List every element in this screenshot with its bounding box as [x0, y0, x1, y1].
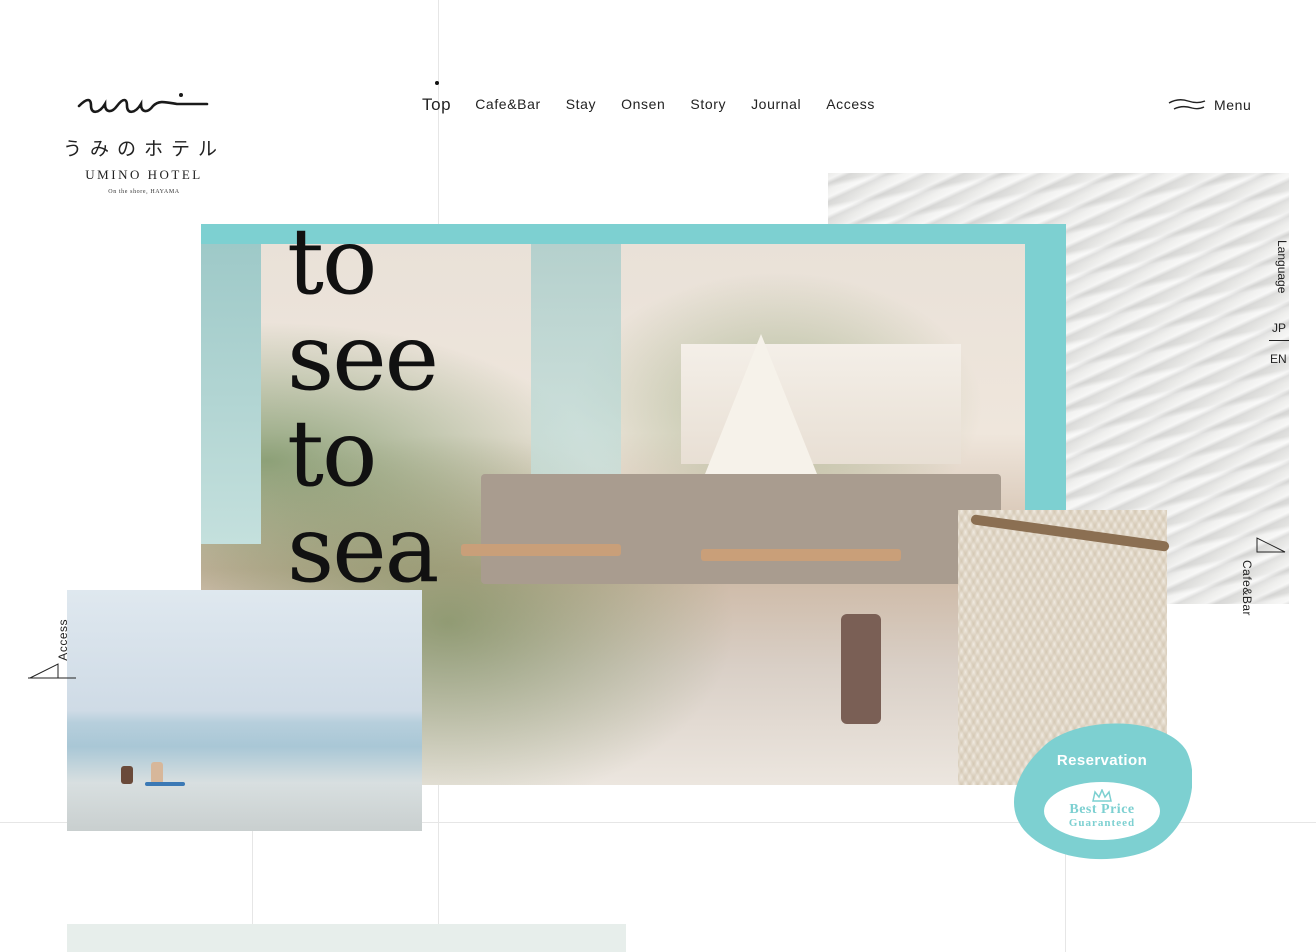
- headline-line: to: [287, 400, 377, 507]
- cafe-table: [461, 544, 621, 556]
- hero-headline: to see to sea: [287, 208, 440, 603]
- access-side-link[interactable]: Access: [56, 619, 70, 661]
- crown-icon: [1092, 789, 1112, 802]
- nav-item-journal[interactable]: Journal: [751, 96, 801, 116]
- content-panel: [67, 924, 626, 952]
- teepee-tent: [701, 334, 821, 484]
- reservation-button[interactable]: Reservation Best Price Guaranteed: [1012, 720, 1192, 862]
- active-dot-icon: [434, 81, 439, 85]
- logo-script-mark: [77, 93, 209, 114]
- menu-label: Menu: [1214, 97, 1252, 113]
- boogie-board: [145, 782, 185, 786]
- headline-line: to: [287, 208, 377, 315]
- nav-label: Cafe&Bar: [475, 96, 541, 112]
- nav-item-stay[interactable]: Stay: [566, 96, 596, 116]
- beach-photo[interactable]: [67, 590, 422, 831]
- logo-english: UMINO HOTEL: [85, 167, 203, 182]
- language-option-en[interactable]: EN: [1270, 352, 1287, 366]
- nav-label: Onsen: [621, 96, 666, 112]
- nav-label: Stay: [565, 96, 597, 112]
- nav-label: Journal: [751, 96, 802, 112]
- window: [531, 244, 621, 474]
- menu-button[interactable]: Menu: [1168, 97, 1251, 113]
- main-nav: Top Cafe&Bar Stay Onsen Story Journal Ac…: [422, 81, 900, 116]
- logo-japanese: うみのホテル: [62, 138, 225, 160]
- nav-label: Top: [422, 95, 452, 114]
- cafe-table: [701, 549, 901, 561]
- nav-item-access[interactable]: Access: [826, 96, 875, 116]
- headline-line: see: [287, 304, 439, 411]
- logo-tagline: On the shore, HAYAMA: [108, 189, 180, 195]
- reservation-label: Reservation: [1056, 752, 1148, 769]
- booth-sofa: [481, 474, 1001, 584]
- cafe-bar-side-link[interactable]: Cafe&Bar: [1240, 560, 1254, 616]
- nav-item-top[interactable]: Top: [422, 81, 452, 115]
- site-logo[interactable]: うみのホテル UMINO HOTEL On the shore, HAYAMA: [56, 92, 232, 195]
- best-price-line1: Best Price: [1069, 802, 1135, 817]
- driftwood: [970, 514, 1170, 552]
- language-title: Language: [1275, 240, 1289, 294]
- language-option-jp[interactable]: JP: [1272, 321, 1286, 335]
- nav-label: Story: [690, 96, 727, 112]
- nav-item-cafe-bar[interactable]: Cafe&Bar: [475, 96, 541, 116]
- headline-line: sea: [287, 496, 440, 603]
- child-figure: [151, 762, 163, 784]
- nav-item-onsen[interactable]: Onsen: [621, 96, 665, 116]
- best-price-badge: Best Price Guaranteed: [1044, 782, 1160, 840]
- menu-wave-icon: [1168, 98, 1206, 110]
- best-price-line2: Guaranteed: [1068, 817, 1136, 829]
- suitcase: [841, 614, 881, 724]
- language-selected-underline: [1269, 340, 1289, 341]
- nav-label: Access: [826, 96, 875, 112]
- nav-item-story[interactable]: Story: [690, 96, 726, 116]
- access-arrow-icon: [28, 663, 76, 679]
- window: [201, 244, 261, 544]
- child-figure: [121, 766, 133, 784]
- cafe-bar-arrow-icon: [1256, 537, 1286, 553]
